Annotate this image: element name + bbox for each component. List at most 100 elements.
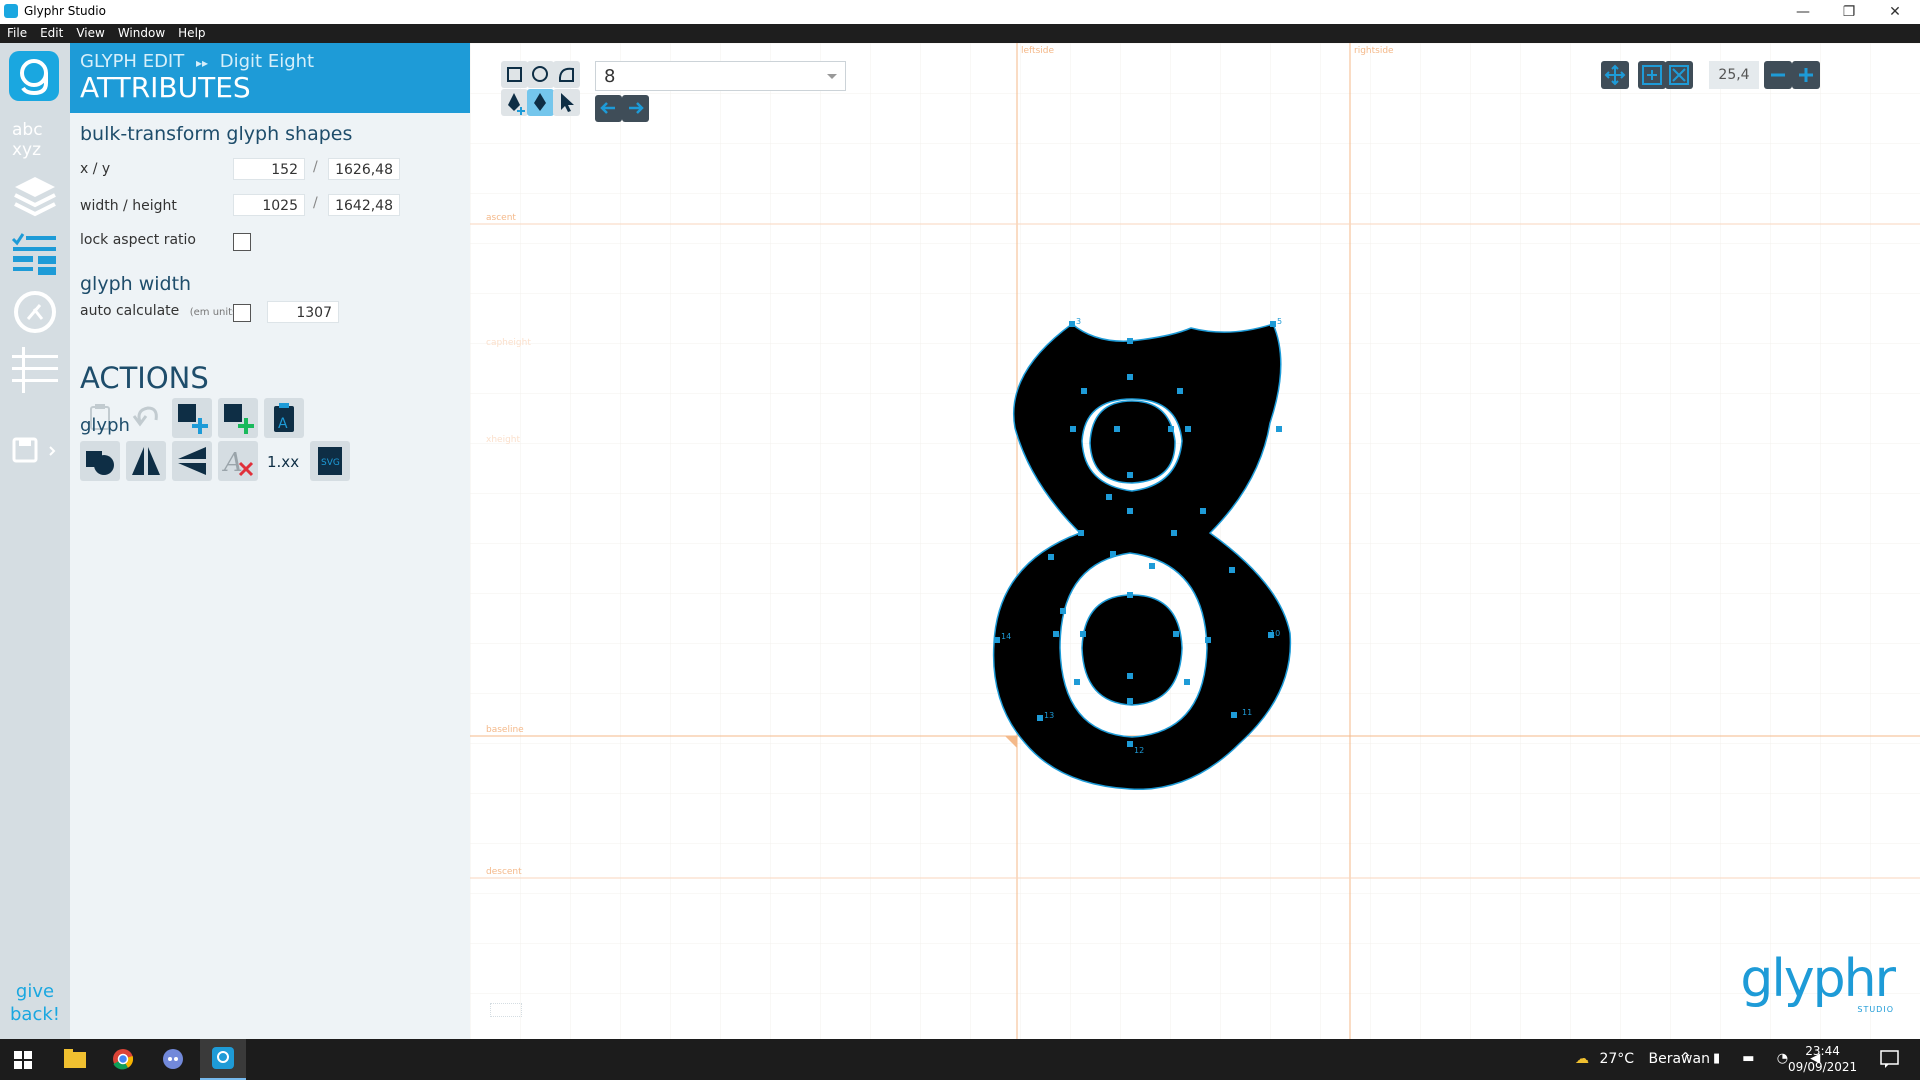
previous-glyph-button[interactable]: [595, 95, 622, 122]
new-path-tool[interactable]: [553, 61, 580, 88]
svg-text:xyz: xyz: [12, 140, 41, 160]
zoom-out-icon[interactable]: [1764, 61, 1792, 89]
zoom-to-fit-width-icon[interactable]: [1638, 61, 1666, 89]
menu-help[interactable]: Help: [171, 24, 211, 40]
breadcrumb-separator: ▸▸: [195, 56, 209, 70]
menu-file[interactable]: File: [0, 24, 33, 40]
combine-shapes-icon[interactable]: [80, 441, 120, 481]
give-back-link[interactable]: give back!: [10, 980, 60, 1026]
add-shape-icon[interactable]: [172, 398, 212, 438]
rounding-icon[interactable]: 1.xx: [264, 441, 304, 481]
point-label-3: 3: [1076, 317, 1081, 326]
auto-calculate-label: auto calculate (em units): [80, 303, 241, 319]
attributes-icon[interactable]: [10, 229, 60, 279]
nav-rail: abc xyz give back!: [0, 43, 70, 1039]
point-label-13: 13: [1044, 711, 1054, 720]
point-label-10: 10: [1270, 629, 1280, 638]
xy-separator: /: [313, 159, 318, 175]
new-oval-tool[interactable]: [527, 61, 554, 88]
lock-aspect-checkbox[interactable]: [233, 233, 251, 251]
maximize-button[interactable]: ❐: [1826, 2, 1872, 22]
width-field[interactable]: 1025: [233, 194, 305, 216]
pen-tool[interactable]: [527, 89, 554, 116]
point-label-11: 11: [1242, 708, 1252, 717]
baseline-label: baseline: [486, 725, 524, 735]
height-field[interactable]: 1642,48: [328, 194, 400, 216]
auto-calculate-text: auto calculate: [80, 303, 180, 319]
svg-text:A: A: [278, 416, 288, 432]
zoom-level: 25,4: [1709, 61, 1759, 89]
glyphr-app-icon: [4, 4, 18, 18]
pan-icon[interactable]: [1601, 61, 1629, 89]
glyph-width-title: glyph width: [80, 273, 192, 295]
glyph-subtitle: glyph: [80, 415, 130, 436]
export-svg-icon[interactable]: SVG: [310, 441, 350, 481]
flip-vertical-icon[interactable]: [172, 441, 212, 481]
xheight-label: xheight: [486, 435, 520, 445]
menu-edit[interactable]: Edit: [33, 24, 69, 40]
glyph-select-value: 8: [604, 66, 616, 87]
title-bar: Glyphr Studio — ❐ ✕: [0, 0, 1920, 25]
minimize-button[interactable]: —: [1780, 2, 1826, 22]
notification-icon[interactable]: [1880, 1050, 1900, 1072]
bulk-transform-title: bulk-transform glyph shapes: [80, 123, 353, 145]
weather-icon: ☁: [1575, 1051, 1589, 1067]
pointer-tool[interactable]: [553, 89, 580, 116]
chrome-icon[interactable]: [112, 1048, 134, 1074]
new-rectangle-tool[interactable]: [501, 61, 528, 88]
breadcrumb-section[interactable]: GLYPH EDIT: [80, 51, 184, 72]
panel-header: GLYPH EDIT ▸▸ Digit Eight ATTRIBUTES: [70, 43, 470, 113]
glyphr-taskbar-icon[interactable]: [200, 1039, 246, 1080]
add-component-icon[interactable]: [218, 398, 258, 438]
breadcrumb: GLYPH EDIT ▸▸ Digit Eight: [80, 51, 314, 72]
menu-window[interactable]: Window: [111, 24, 171, 40]
xy-label: x / y: [80, 161, 111, 177]
status-glyph-preview: [490, 1003, 522, 1017]
zoom-in-icon[interactable]: [1792, 61, 1820, 89]
watermark-text: glyphr: [1740, 949, 1896, 1009]
discord-icon[interactable]: [162, 1048, 184, 1074]
edit-canvas[interactable]: leftside rightside ascent capheight xhei…: [470, 43, 1920, 1039]
breadcrumb-glyph: Digit Eight: [219, 51, 315, 72]
glyph-chooser-icon[interactable]: abc xyz: [10, 113, 60, 163]
file-explorer-icon[interactable]: [64, 1049, 86, 1073]
glyph-select[interactable]: 8: [595, 61, 846, 91]
start-icon[interactable]: [14, 1051, 32, 1073]
leftside-label: leftside: [1021, 46, 1054, 56]
point-label-12: 12: [1134, 746, 1144, 755]
glyphr-watermark: glyphr STUDIO: [1714, 949, 1896, 1014]
undo-icon[interactable]: [126, 398, 166, 438]
svg-text:abc: abc: [12, 120, 43, 140]
clock[interactable]: 23:44 09/09/2021: [1788, 1043, 1857, 1075]
wh-separator: /: [313, 195, 318, 211]
taskbar: ☁ 27°C Berawan ^ ▮ ▬ ◔ ◀ 23:44 09/09/202…: [0, 1039, 1920, 1080]
actions-title: ACTIONS: [80, 361, 209, 395]
rightside-label: rightside: [1354, 46, 1394, 56]
menu-bar: File Edit View Window Help: [0, 24, 1920, 43]
wh-label: width / height: [80, 198, 177, 214]
time: 23:44: [1805, 1044, 1840, 1058]
rounding-text: 1.xx: [267, 453, 299, 471]
paste-glyph-icon[interactable]: A: [264, 398, 304, 438]
y-field[interactable]: 1626,48: [328, 158, 400, 180]
date: 09/09/2021: [1788, 1060, 1858, 1074]
flip-horizontal-icon[interactable]: [126, 441, 166, 481]
lock-aspect-label: lock aspect ratio: [80, 232, 196, 248]
save-icon[interactable]: [10, 433, 60, 483]
window-title: Glyphr Studio: [24, 4, 106, 18]
history-icon[interactable]: [10, 287, 60, 337]
canvas-grid: leftside rightside ascent capheight xhei…: [470, 43, 1920, 1039]
page-title: ATTRIBUTES: [80, 71, 251, 104]
x-field[interactable]: 152: [233, 158, 305, 180]
pen-plus-tool[interactable]: [501, 89, 528, 116]
glyphr-logo-icon[interactable]: [9, 51, 59, 101]
menu-view[interactable]: View: [69, 24, 110, 40]
clear-glyph-icon[interactable]: A: [218, 441, 258, 481]
next-glyph-button[interactable]: [622, 95, 649, 122]
guides-icon[interactable]: [10, 345, 60, 395]
zoom-to-fit-icon[interactable]: [1665, 61, 1693, 89]
layers-icon[interactable]: [10, 171, 60, 221]
glyph-width-field[interactable]: 1307: [267, 301, 339, 323]
close-button[interactable]: ✕: [1872, 2, 1918, 22]
auto-calculate-checkbox[interactable]: [233, 304, 251, 322]
